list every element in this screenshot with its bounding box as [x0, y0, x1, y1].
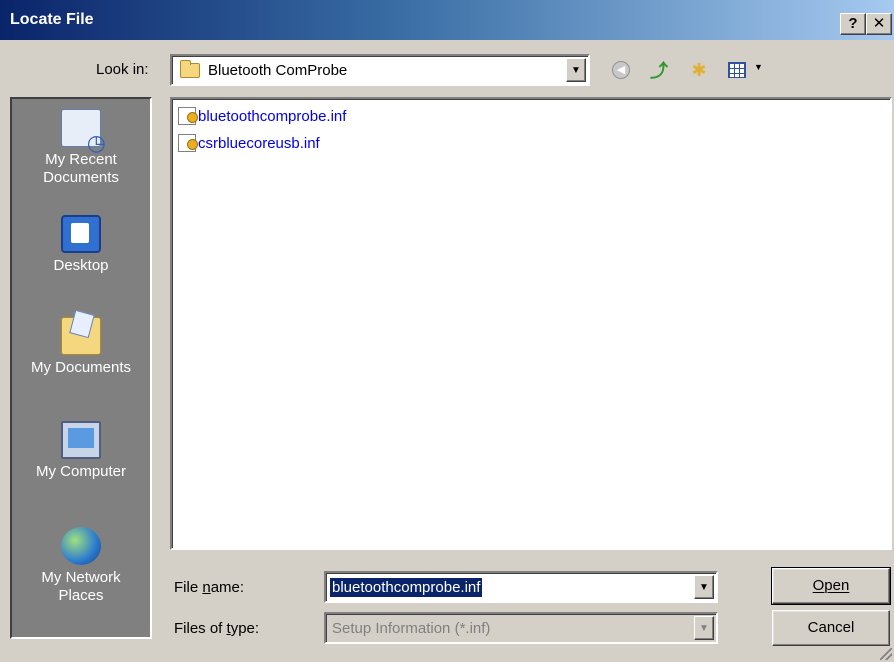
file-type-label: Files of type: — [174, 620, 260, 637]
back-button[interactable]: ◀ — [608, 58, 634, 82]
places-bar: My Recent Documents Desktop My Documents… — [10, 97, 152, 639]
list-item[interactable]: bluetoothcomprobe.inf — [178, 107, 346, 125]
up-folder-button[interactable]: ⤴ — [646, 58, 672, 82]
inf-file-icon — [178, 134, 198, 152]
new-folder-icon: ✱ — [691, 59, 707, 80]
file-name-dropdown-button[interactable]: ▼ — [694, 575, 714, 599]
look-in-value: Bluetooth ComProbe — [208, 62, 348, 79]
back-icon: ◀ — [612, 61, 630, 79]
file-name: bluetoothcomprobe.inf — [198, 107, 347, 125]
file-name: csrbluecoreusb.inf — [198, 134, 320, 152]
place-recent-documents[interactable]: My Recent Documents — [12, 109, 150, 187]
look-in-dropdown-button[interactable]: ▼ — [566, 58, 586, 82]
file-name-label: File name: — [174, 579, 245, 596]
file-type-dropdown-button: ▼ — [694, 616, 714, 640]
network-places-icon — [61, 527, 101, 565]
close-button[interactable]: ✕ — [866, 13, 892, 35]
open-button-label: Open — [812, 577, 850, 594]
desktop-icon — [61, 215, 101, 253]
place-network-places[interactable]: My Network Places — [12, 527, 150, 605]
my-documents-icon — [61, 317, 101, 355]
place-label: My Computer — [35, 463, 127, 480]
look-in-dropdown[interactable]: Bluetooth ComProbe ▼ — [170, 54, 590, 86]
file-name-input[interactable]: bluetoothcomprobe.inf ▼ — [324, 571, 718, 603]
place-label: My Network Places — [41, 569, 121, 604]
recent-documents-icon — [61, 109, 106, 152]
place-label: Desktop — [53, 257, 109, 274]
views-menu-icon — [728, 62, 746, 78]
place-my-computer[interactable]: My Computer — [12, 421, 150, 481]
file-list[interactable]: bluetoothcomprobe.inf csrbluecoreusb.inf — [170, 97, 892, 550]
folder-icon — [180, 60, 200, 78]
inf-file-icon — [178, 107, 198, 125]
file-type-dropdown: Setup Information (*.inf) ▼ — [324, 612, 718, 644]
views-caret-icon[interactable]: ▼ — [754, 62, 763, 72]
help-button[interactable]: ? — [840, 13, 866, 35]
look-in-label: Look in: — [96, 61, 149, 78]
place-desktop[interactable]: Desktop — [12, 215, 150, 275]
list-item[interactable]: csrbluecoreusb.inf — [178, 134, 320, 152]
title-bar: Locate File ? ✕ — [0, 0, 894, 40]
my-computer-icon — [61, 421, 101, 459]
window-title: Locate File — [10, 11, 94, 28]
new-folder-button[interactable]: ✱ — [686, 58, 712, 82]
cancel-button[interactable]: Cancel — [772, 610, 890, 646]
resize-grip[interactable] — [880, 648, 892, 660]
place-my-documents[interactable]: My Documents — [12, 317, 150, 377]
place-label: My Documents — [30, 359, 132, 376]
file-type-value: Setup Information (*.inf) — [332, 620, 491, 637]
file-name-value[interactable]: bluetoothcomprobe.inf — [330, 578, 483, 597]
open-button[interactable]: Open — [771, 567, 891, 605]
views-menu-button[interactable] — [724, 58, 750, 82]
place-label: My Recent Documents — [43, 151, 119, 186]
up-folder-icon: ⤴ — [650, 61, 668, 81]
